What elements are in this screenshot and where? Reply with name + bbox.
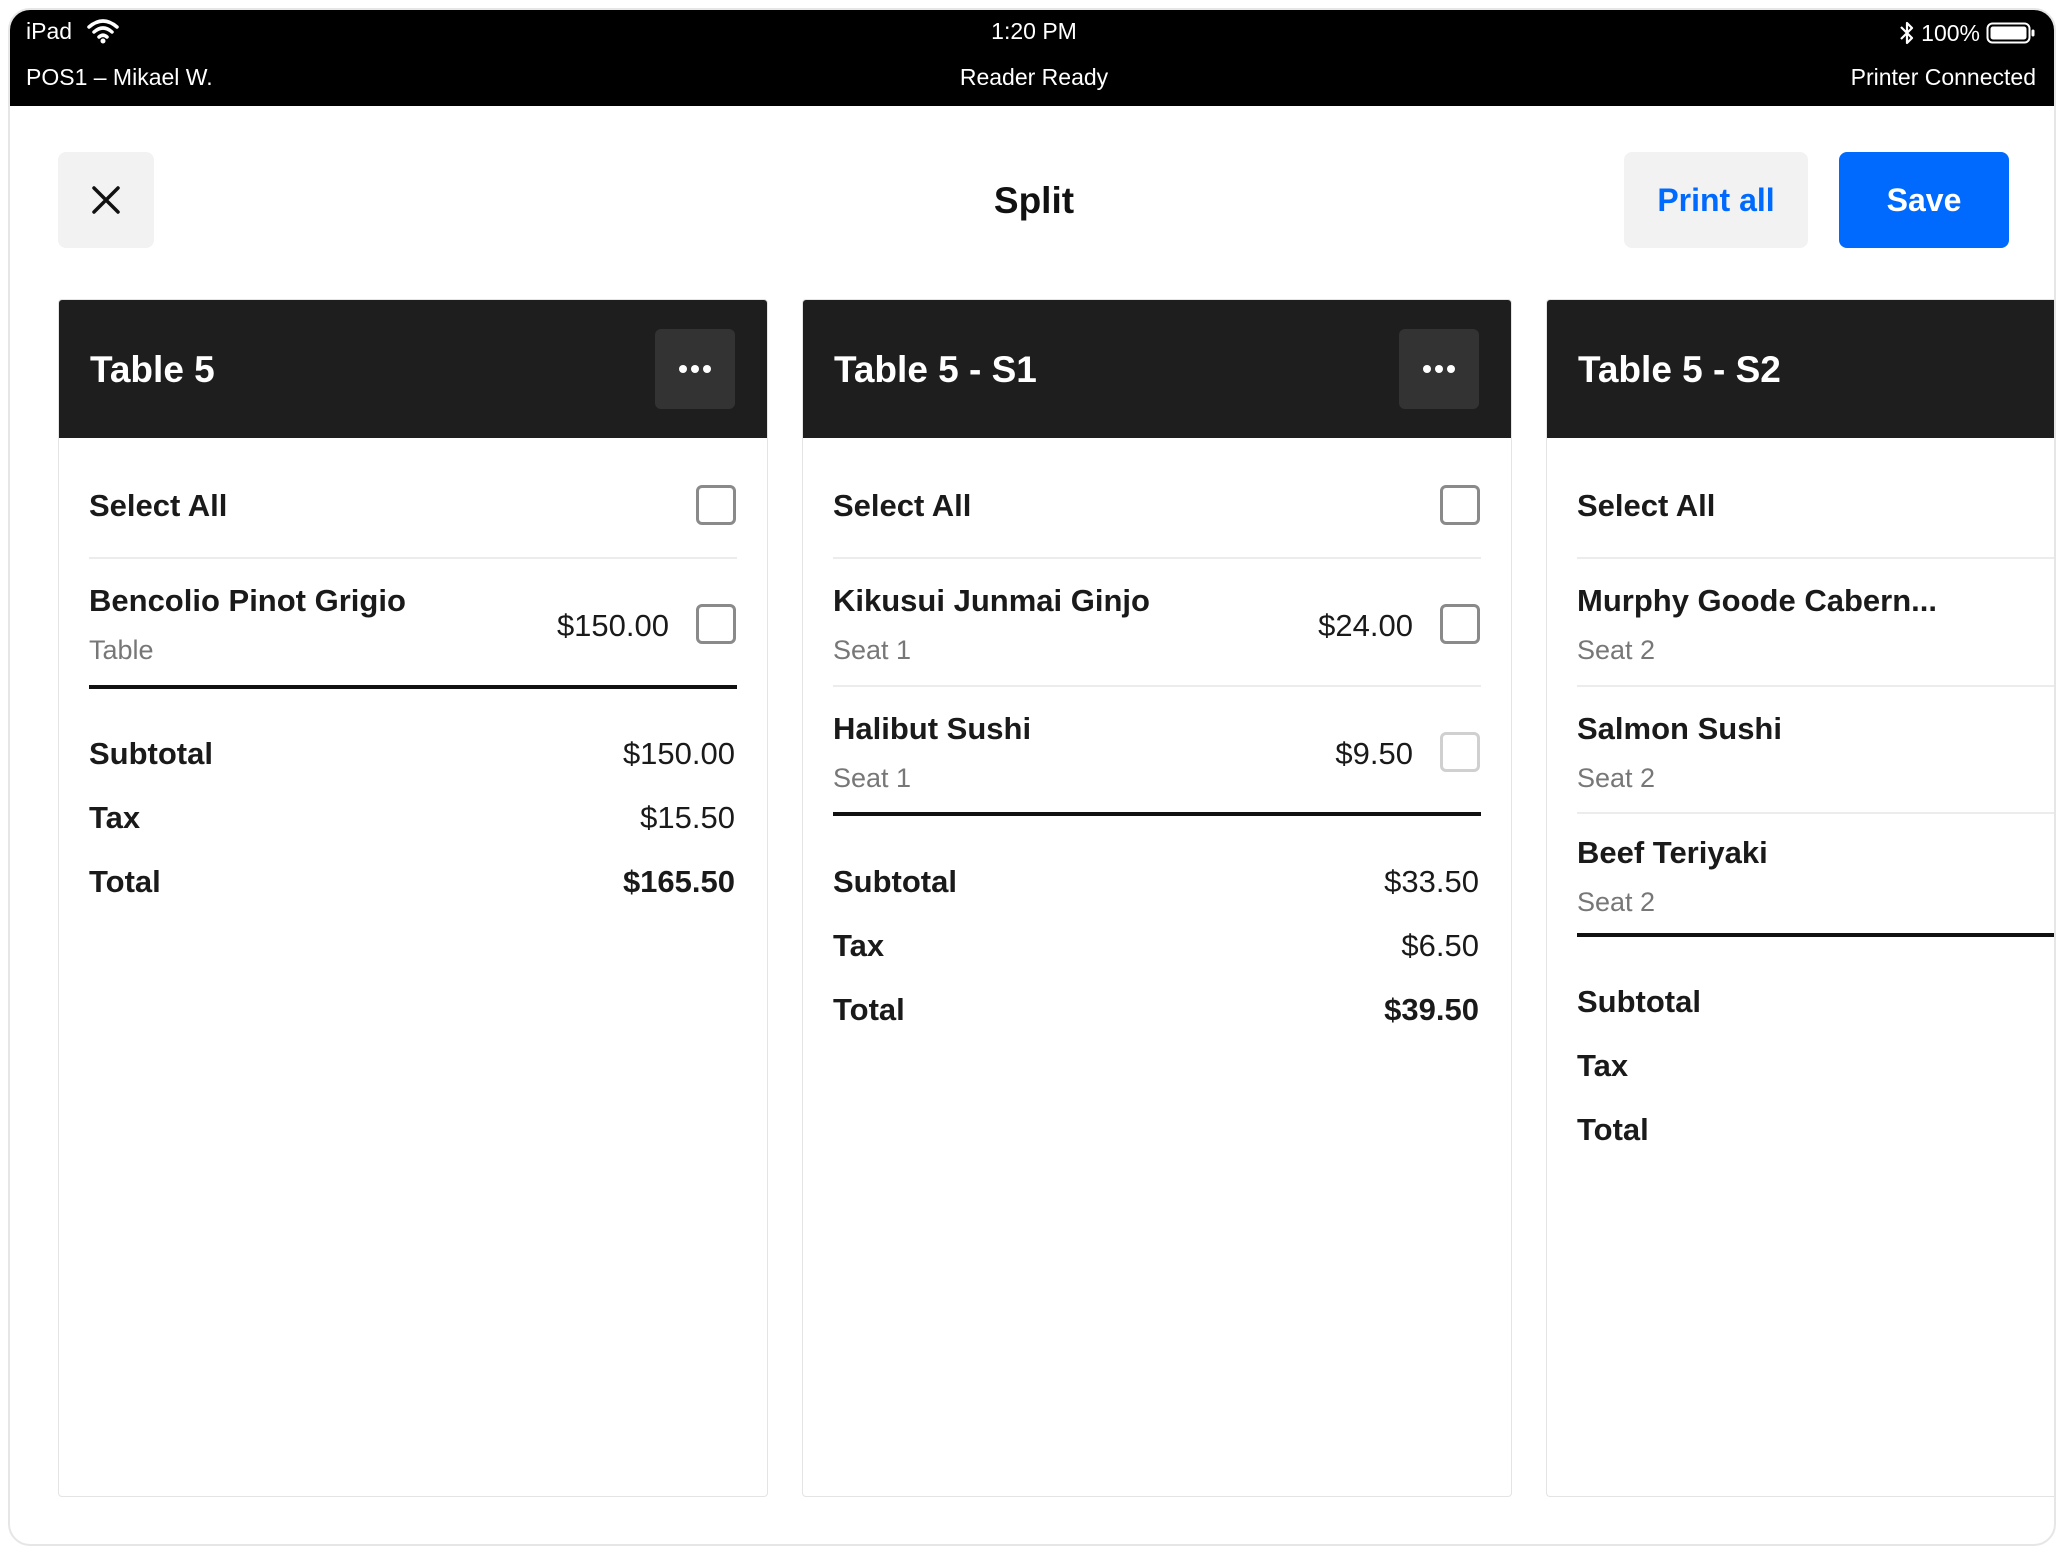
tax-label: Tax (833, 928, 885, 963)
select-all-checkbox[interactable] (696, 485, 736, 525)
item-seat: Seat 2 (1577, 635, 1656, 665)
tax-label: Tax (89, 800, 141, 835)
check-header: Table 5 - S1 (803, 300, 1511, 438)
subtotal-label: Subtotal (1577, 984, 1701, 1019)
check-column-table-5-s2: Table 5 - S2 Select All Murphy Goode Cab… (1546, 299, 2054, 1497)
total-value: $39.50 (1384, 992, 1479, 1027)
check-title: Table 5 - S2 (1578, 349, 1781, 390)
more-icon (679, 365, 711, 373)
print-all-button[interactable]: Print all (1624, 152, 1808, 248)
items-end-divider (833, 812, 1481, 816)
subtotal-value: $33.50 (1384, 864, 1479, 899)
subtotal-value: $150.00 (622, 736, 735, 771)
ipad-screen: iPad 1:20 PM 100% POS1 – Mikael W. Reade… (8, 8, 2056, 1546)
select-all-label: Select All (1577, 488, 1716, 523)
item-seat: Seat 2 (1577, 763, 1656, 793)
item-price: $24.00 (1318, 608, 1413, 643)
tax-value: $15.50 (640, 800, 735, 835)
item-seat: Seat 1 (833, 763, 912, 793)
items-end-divider (1577, 933, 2054, 937)
reader-status: Reader Ready (959, 64, 1109, 90)
items-end-divider (89, 685, 737, 689)
divider (1577, 812, 2054, 814)
bluetooth-icon (1900, 21, 1914, 45)
check-title: Table 5 (90, 349, 215, 390)
subtotal-label: Subtotal (833, 864, 957, 899)
printer-status: Printer Connected (1850, 64, 2036, 90)
total-value: $165.50 (622, 864, 735, 899)
tax-value: $6.50 (1401, 928, 1479, 963)
battery-icon (1986, 22, 2035, 44)
item-name: Bencolio Pinot Grigio (89, 583, 406, 618)
check-column-table-5-s1: Table 5 - S1 Select All Kikusui Junmai G… (802, 299, 1512, 1497)
item-checkbox[interactable] (1440, 732, 1480, 772)
select-all-label: Select All (833, 488, 972, 523)
select-all-checkbox[interactable] (1440, 485, 1480, 525)
total-label: Total (833, 992, 905, 1027)
item-name: Salmon Sushi (1577, 711, 1782, 746)
clock: 1:20 PM (991, 18, 1077, 44)
item-name: Kikusui Junmai Ginjo (833, 583, 1150, 618)
item-price: $9.50 (1335, 736, 1413, 771)
status-right: 100% (1899, 18, 2036, 48)
item-seat: Seat 2 (1577, 887, 1656, 917)
more-icon (1423, 365, 1455, 373)
check-column-table-5: Table 5 Select All Bencolio Pinot Grigio… (58, 299, 768, 1497)
item-name: Beef Teriyaki (1577, 835, 1768, 870)
divider (833, 685, 1481, 687)
item-seat: Seat 1 (833, 635, 912, 665)
check-header: Table 5 - S2 (1547, 300, 2054, 438)
more-options-button[interactable] (1399, 329, 1479, 409)
divider (1577, 685, 2054, 687)
divider (89, 557, 737, 559)
save-button[interactable]: Save (1839, 152, 2009, 248)
check-title: Table 5 - S1 (834, 349, 1037, 390)
more-options-button[interactable] (655, 329, 735, 409)
check-header: Table 5 (59, 300, 767, 438)
item-name: Halibut Sushi (833, 711, 1032, 746)
item-name: Murphy Goode Cabern... (1577, 583, 1937, 618)
item-price: $150.00 (556, 608, 669, 643)
divider (1577, 557, 2054, 559)
status-bar: iPad 1:20 PM 100% POS1 – Mikael W. Reade… (10, 10, 2054, 106)
item-checkbox[interactable] (696, 604, 736, 644)
total-label: Total (89, 864, 161, 899)
tax-label: Tax (1577, 1048, 1629, 1083)
item-seat: Table (89, 635, 154, 665)
total-label: Total (1577, 1112, 1649, 1147)
item-checkbox[interactable] (1440, 604, 1480, 644)
divider (833, 557, 1481, 559)
select-all-label: Select All (89, 488, 228, 523)
subtotal-label: Subtotal (89, 736, 213, 771)
battery-percent: 100% (1921, 19, 1980, 46)
